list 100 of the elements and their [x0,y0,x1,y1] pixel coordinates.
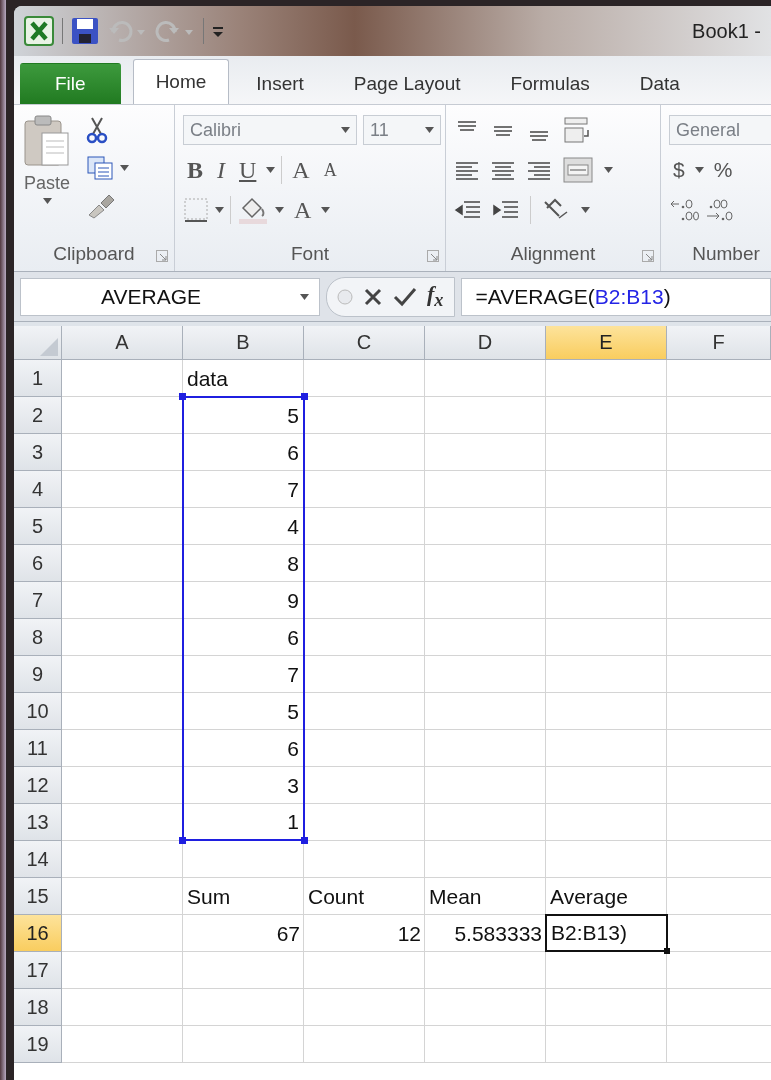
copy-icon[interactable] [86,155,114,181]
row-header[interactable]: 10 [14,693,62,730]
table-cell-text: Sum [186,883,232,910]
table-cell: 7 [182,656,305,693]
row-header[interactable]: 13 [14,804,62,841]
group-label: Font [291,243,329,265]
dialog-launcher-icon[interactable] [156,250,168,262]
close-icon[interactable] [363,286,383,307]
table-cell: 7 [182,471,305,508]
row-header[interactable]: 17 [14,952,62,989]
range-handle[interactable] [301,393,308,400]
column-header[interactable]: A [62,326,183,360]
underline-button[interactable]: U [235,156,261,184]
customize-toolbar-icon[interactable] [212,24,224,38]
table-cell: 3 [182,767,305,804]
table-cell: 6 [182,730,305,767]
column-header[interactable]: D [425,326,546,360]
shrink-font-button[interactable]: A [319,159,341,181]
ribbon-tab[interactable]: Formulas [487,63,613,104]
column-header[interactable]: C [304,326,425,360]
paint-bucket-icon[interactable] [237,196,269,224]
caret-icon[interactable] [321,207,331,213]
row-header[interactable]: 8 [14,619,62,656]
column-header[interactable]: B [183,326,304,360]
splitter-knob-icon [337,288,353,305]
group-label: Clipboard [53,243,135,265]
row-header[interactable]: 1 [14,360,62,397]
row-header[interactable]: 15 [14,878,62,915]
table-cell: 9 [182,582,305,619]
row-header[interactable]: 9 [14,656,62,693]
ribbon-tab[interactable]: Insert [233,63,327,104]
brush-icon[interactable] [86,193,116,219]
range-handle[interactable] [301,837,308,844]
caret-icon[interactable] [215,207,224,213]
caret-icon[interactable] [694,167,704,173]
corner-triangle-icon [40,338,58,356]
row-header[interactable]: 12 [14,767,62,804]
dialog-launcher-icon[interactable] [427,250,439,262]
table-cell: 8 [182,545,305,582]
table-cell: 5 [182,396,305,434]
row-header[interactable]: 18 [14,989,62,1026]
caret-icon[interactable] [266,167,276,173]
currency-button[interactable]: $ [669,158,689,182]
caret-icon[interactable] [604,167,613,173]
table-cell-text: 67 [275,920,301,947]
caret-icon[interactable] [341,127,350,133]
row-header[interactable]: 11 [14,730,62,767]
caret-icon[interactable] [581,207,590,213]
row-header[interactable]: 19 [14,1026,62,1063]
row-header[interactable]: 6 [14,545,62,582]
table-cell-text: 5.583333 [453,920,543,947]
save-icon[interactable] [71,17,99,45]
table-cell-text: data [186,365,229,392]
table-cell: 4 [182,508,305,545]
row-header[interactable]: 7 [14,582,62,619]
merge-cells-icon[interactable] [562,156,594,184]
group-label: Alignment [510,243,596,265]
bold-button[interactable]: B [183,156,207,184]
fill-handle[interactable] [664,948,670,954]
excel-logo-icon[interactable] [24,16,54,46]
row-header[interactable]: 3 [14,434,62,471]
caret-icon[interactable] [300,293,309,300]
range-handle[interactable] [179,393,186,400]
decrease-decimal-icon[interactable] [669,197,699,223]
font-color-button[interactable]: A [290,196,316,224]
caret-icon[interactable] [425,127,434,133]
number-format-field[interactable]: General [669,115,771,145]
table-cell-text: Average [549,883,629,910]
row-header[interactable]: 2 [14,397,62,434]
name-box[interactable]: AVERAGE [20,277,320,316]
increase-decimal-icon[interactable] [705,197,735,223]
table-cell: 1 [182,804,305,841]
row-header[interactable]: 5 [14,508,62,545]
percent-button[interactable]: % [709,158,737,182]
column-header[interactable]: F [667,326,771,360]
paste-button[interactable]: Paste [22,113,72,237]
column-header[interactable]: E [546,326,667,360]
clipboard-icon [22,113,72,169]
formula-field[interactable]: =AVERAGE(B2:B13) [460,277,771,316]
ribbon-tab[interactable]: Data [616,63,703,104]
scissors-icon[interactable] [86,116,108,144]
italic-button[interactable]: I [213,156,229,184]
caret-icon[interactable] [275,207,284,213]
insert-function-button[interactable]: f$_{x}$ [427,281,444,312]
dialog-launcher-icon[interactable] [642,250,654,262]
checkmark-icon[interactable] [393,286,417,307]
ribbon-tab[interactable]: Page Layout [330,63,484,104]
caret-icon[interactable] [120,165,129,171]
row-header[interactable]: 16 [14,915,62,952]
row-header[interactable]: 4 [14,471,62,508]
range-handle[interactable] [179,837,186,844]
row-header[interactable]: 14 [14,841,62,878]
borders-icon[interactable] [183,197,209,223]
file-menu-tab[interactable]: File [20,63,121,104]
ribbon-tab[interactable]: Home [132,59,230,104]
grow-font-button[interactable]: A [288,156,314,184]
table-cell: 5 [182,693,305,730]
caret-icon[interactable] [42,198,52,204]
font-name-field[interactable]: Calibri [183,115,357,145]
font-size-field[interactable]: 11 [363,115,441,145]
